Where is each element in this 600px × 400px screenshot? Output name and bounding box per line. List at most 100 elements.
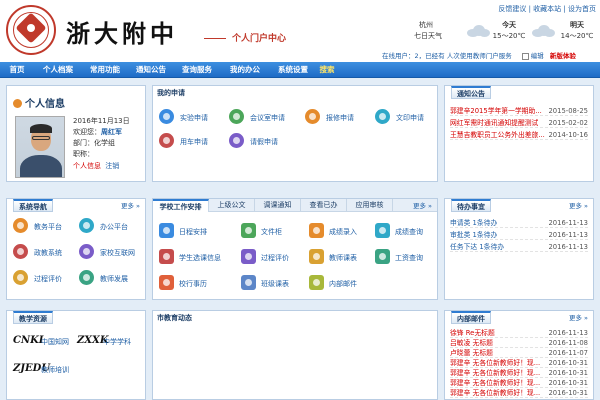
notice-tab[interactable]: 通知公告	[451, 86, 491, 99]
weather-week-link[interactable]: 七日天气	[414, 31, 442, 41]
todo-more-link[interactable]: 更多	[569, 200, 588, 210]
apply-2-icon[interactable]	[305, 109, 320, 124]
top-links[interactable]: 反馈建议 | 收藏本站 | 设为首页	[498, 4, 596, 14]
todo-row-title[interactable]: 申请类 1条待办	[450, 218, 497, 228]
mail-tab[interactable]: 内部邮件	[451, 311, 491, 324]
sysnav-1-icon[interactable]	[79, 218, 94, 233]
work-tab-0[interactable]: 学校工作安排	[153, 199, 209, 212]
system-nav-more-link[interactable]: 更多	[121, 200, 140, 210]
apply-3-label[interactable]: 文印申请	[396, 113, 424, 123]
apply-5-icon[interactable]	[229, 133, 244, 148]
nav-item-4[interactable]: 查询服务	[178, 62, 216, 78]
sysnav-0-label[interactable]: 教务平台	[34, 222, 62, 232]
work-2-label[interactable]: 成绩录入	[329, 227, 357, 237]
sysnav-3-label[interactable]: 家校互联网	[100, 248, 135, 258]
todo-row[interactable]: 任务下达 1条待办 2016-11-13	[450, 242, 588, 252]
mail-row-title[interactable]: 郭建辛 无各位新教师好！现...	[450, 368, 540, 378]
mail-row-title[interactable]: 郭建辛 无各位新教师好！现...	[450, 388, 540, 398]
work-6-label[interactable]: 教师课表	[329, 253, 357, 263]
work-8-label[interactable]: 校行事历	[179, 279, 207, 289]
teach-2-label[interactable]: 教师培训	[41, 365, 69, 375]
work-1-icon[interactable]	[241, 223, 256, 238]
system-nav-tab[interactable]: 系统导航	[13, 199, 53, 212]
work-7-label[interactable]: 工资查询	[395, 253, 423, 263]
apply-4-icon[interactable]	[159, 133, 174, 148]
notice-row-title[interactable]: 网红军需时通讯通知提醒测试	[450, 118, 538, 128]
work-8-icon[interactable]	[159, 275, 174, 290]
work-tab-2[interactable]: 调课通知	[255, 199, 301, 212]
mail-row-title[interactable]: 卢晓蕾 无标题	[450, 348, 493, 358]
apply-1-label[interactable]: 会议室申请	[250, 113, 285, 123]
mail-row[interactable]: 郭建辛 无各位新教师好！现... 2016-10-31	[450, 368, 588, 378]
nav-item-3[interactable]: 通知公告	[132, 62, 170, 78]
mail-row[interactable]: 吕敏凌 无标题 2016-11-08	[450, 338, 588, 348]
apply-0-label[interactable]: 实验申请	[180, 113, 208, 123]
work-tab-4[interactable]: 应用审核	[347, 199, 393, 212]
new-version-link[interactable]: 新版体验	[550, 52, 576, 60]
work-tab-1[interactable]: 上级公文	[209, 199, 255, 212]
sysnav-3-icon[interactable]	[79, 244, 94, 259]
apply-2-label[interactable]: 报修申请	[326, 113, 354, 123]
work-3-icon[interactable]	[375, 223, 390, 238]
teach-1-label[interactable]: 中学学科	[103, 337, 131, 347]
sysnav-4-label[interactable]: 过程评价	[34, 274, 62, 284]
nav-item-6[interactable]: 系统设置	[274, 62, 312, 78]
work-5-icon[interactable]	[241, 249, 256, 264]
todo-tab[interactable]: 待办事宜	[451, 199, 491, 212]
apply-3-icon[interactable]	[375, 109, 390, 124]
todo-row-title[interactable]: 任务下达 1条待办	[450, 242, 504, 252]
apply-1-icon[interactable]	[229, 109, 244, 124]
notice-row-title[interactable]: 郭建辛2015学年第一学期助...	[450, 106, 542, 116]
nav-item-7[interactable]: 搜索	[316, 62, 338, 78]
apply-0-icon[interactable]	[159, 109, 174, 124]
work-5-label[interactable]: 过程评价	[261, 253, 289, 263]
mail-row[interactable]: 卢晓蕾 无标题 2016-11-07	[450, 348, 588, 358]
edit-checkbox[interactable]	[521, 52, 529, 60]
apply-5-label[interactable]: 请假申请	[250, 137, 278, 147]
sysnav-2-label[interactable]: 政教系统	[34, 248, 62, 258]
todo-row[interactable]: 审批类 1条待办 2016-11-13	[450, 230, 588, 240]
mail-row-title[interactable]: 吕敏凌 无标题	[450, 338, 493, 348]
work-0-icon[interactable]	[159, 223, 174, 238]
work-1-label[interactable]: 文件柜	[261, 227, 282, 237]
mail-row[interactable]: 徐锋 Re无标题 2016-11-13	[450, 328, 588, 338]
teach-0-label[interactable]: 中国知网	[41, 337, 69, 347]
nav-item-0[interactable]: 首页	[4, 62, 30, 78]
work-tab-3[interactable]: 查看已办	[301, 199, 347, 212]
work-more-link[interactable]: 更多	[413, 200, 432, 210]
work-4-icon[interactable]	[159, 249, 174, 264]
notice-row-title[interactable]: 王慧吉教职员工公务外出差旅...	[450, 130, 545, 140]
sysnav-4-icon[interactable]	[13, 270, 28, 285]
nav-item-5[interactable]: 我的办公	[224, 62, 266, 78]
work-9-icon[interactable]	[241, 275, 256, 290]
work-6-icon[interactable]	[309, 249, 324, 264]
todo-row[interactable]: 申请类 1条待办 2016-11-13	[450, 218, 588, 228]
teach-0-logo[interactable]: CNKI	[13, 335, 43, 346]
mail-row-title[interactable]: 郭建辛 无各位新教师好！现...	[450, 358, 540, 368]
work-10-label[interactable]: 内部邮件	[329, 279, 357, 289]
teaching-tab[interactable]: 教学资源	[13, 311, 53, 324]
todo-row-title[interactable]: 审批类 1条待办	[450, 230, 497, 240]
nav-item-2[interactable]: 常用功能	[86, 62, 124, 78]
sysnav-5-label[interactable]: 教师发展	[100, 274, 128, 284]
nav-item-1[interactable]: 个人档案	[38, 62, 78, 78]
work-10-icon[interactable]	[309, 275, 324, 290]
work-9-label[interactable]: 班级课表	[261, 279, 289, 289]
work-3-label[interactable]: 成绩查询	[395, 227, 423, 237]
sysnav-2-icon[interactable]	[13, 244, 28, 259]
notice-row[interactable]: 郭建辛2015学年第一学期助... 2015-08-25	[450, 106, 588, 116]
work-7-icon[interactable]	[375, 249, 390, 264]
notice-row[interactable]: 王慧吉教职员工公务外出差旅... 2014-10-16	[450, 130, 588, 140]
sysnav-0-icon[interactable]	[13, 218, 28, 233]
work-2-icon[interactable]	[309, 223, 324, 238]
work-4-label[interactable]: 学生选课信息	[179, 253, 221, 263]
mail-row[interactable]: 郭建辛 无各位新教师好！现... 2016-10-31	[450, 388, 588, 398]
sysnav-5-icon[interactable]	[79, 270, 94, 285]
logout-link[interactable]: 注销	[105, 162, 119, 170]
profile-info-link[interactable]: 个人信息	[73, 162, 101, 170]
mail-row-title[interactable]: 郭建辛 无各位新教师好！现...	[450, 378, 540, 388]
sysnav-1-label[interactable]: 办公平台	[100, 222, 128, 232]
mail-row-title[interactable]: 徐锋 Re无标题	[450, 328, 495, 338]
work-0-label[interactable]: 日程安排	[179, 227, 207, 237]
mail-row[interactable]: 郭建辛 无各位新教师好！现... 2016-10-31	[450, 378, 588, 388]
